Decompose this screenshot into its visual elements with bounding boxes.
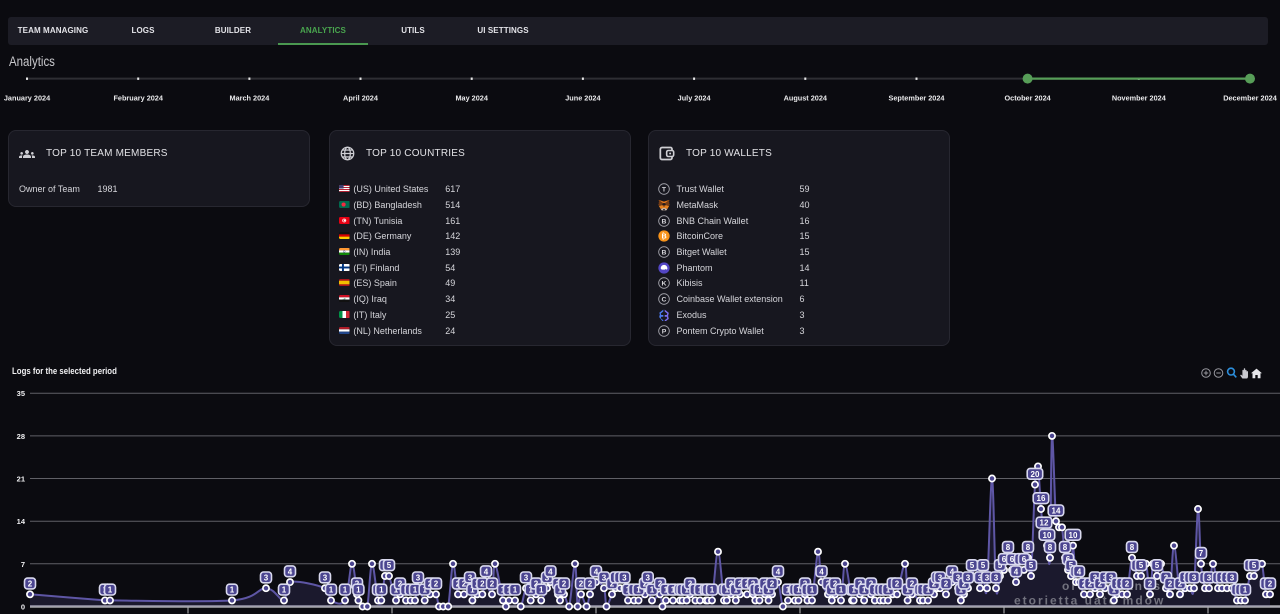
svg-text:14: 14 <box>17 517 26 526</box>
svg-text:2: 2 <box>28 580 33 589</box>
svg-text:35: 35 <box>17 389 25 398</box>
svg-text:2: 2 <box>490 580 495 589</box>
svg-text:10: 10 <box>1043 531 1052 540</box>
svg-text:2: 2 <box>944 580 949 589</box>
svg-text:8: 8 <box>1026 543 1031 552</box>
svg-text:2: 2 <box>579 580 584 589</box>
svg-text:5: 5 <box>970 561 975 570</box>
svg-text:4: 4 <box>288 567 293 576</box>
svg-text:3: 3 <box>1207 573 1212 582</box>
svg-text:1: 1 <box>810 586 815 595</box>
svg-text:16: 16 <box>1037 494 1046 503</box>
svg-text:1: 1 <box>343 586 348 595</box>
svg-text:3: 3 <box>524 573 529 582</box>
svg-text:1: 1 <box>282 586 287 595</box>
svg-text:2: 2 <box>588 580 593 589</box>
svg-text:0: 0 <box>21 603 25 612</box>
svg-text:2: 2 <box>770 580 775 589</box>
svg-text:1: 1 <box>413 586 418 595</box>
svg-text:7: 7 <box>21 560 25 569</box>
svg-text:3: 3 <box>323 573 328 582</box>
svg-text:7: 7 <box>1199 549 1204 558</box>
svg-text:4: 4 <box>776 567 781 576</box>
svg-text:3: 3 <box>1230 573 1235 582</box>
svg-text:2: 2 <box>1168 580 1173 589</box>
svg-text:3: 3 <box>994 573 999 582</box>
svg-text:4: 4 <box>548 567 553 576</box>
svg-text:8: 8 <box>1063 543 1068 552</box>
svg-text:5: 5 <box>1155 561 1160 570</box>
svg-text:20: 20 <box>1031 470 1040 479</box>
svg-text:4: 4 <box>1014 567 1019 576</box>
svg-text:3: 3 <box>966 573 971 582</box>
svg-text:1: 1 <box>1243 586 1248 595</box>
svg-text:5: 5 <box>1252 561 1257 570</box>
svg-text:2: 2 <box>1125 580 1130 589</box>
svg-text:14: 14 <box>1052 506 1061 515</box>
svg-text:2: 2 <box>1148 580 1153 589</box>
svg-text:1: 1 <box>356 586 361 595</box>
svg-text:28: 28 <box>17 432 25 441</box>
svg-text:3: 3 <box>622 573 627 582</box>
svg-text:3: 3 <box>1192 573 1197 582</box>
svg-text:1: 1 <box>539 586 544 595</box>
svg-text:21: 21 <box>17 475 25 484</box>
svg-text:3: 3 <box>645 573 650 582</box>
svg-text:8: 8 <box>1048 543 1053 552</box>
svg-text:4: 4 <box>819 567 824 576</box>
svg-text:2: 2 <box>434 580 439 589</box>
svg-text:1: 1 <box>379 586 384 595</box>
svg-text:3: 3 <box>985 573 990 582</box>
svg-text:8: 8 <box>1130 543 1135 552</box>
svg-text:5: 5 <box>1139 561 1144 570</box>
svg-text:1: 1 <box>230 586 235 595</box>
svg-text:1: 1 <box>710 586 715 595</box>
svg-text:3: 3 <box>416 573 421 582</box>
svg-text:1: 1 <box>839 586 844 595</box>
svg-text:5: 5 <box>1029 561 1034 570</box>
svg-text:1: 1 <box>108 586 113 595</box>
svg-text:2: 2 <box>480 580 485 589</box>
svg-text:4: 4 <box>1077 567 1082 576</box>
svg-text:8: 8 <box>1006 543 1011 552</box>
svg-text:12: 12 <box>1040 519 1049 528</box>
svg-text:5: 5 <box>981 561 986 570</box>
svg-text:10: 10 <box>1069 531 1078 540</box>
svg-text:2: 2 <box>895 580 900 589</box>
svg-text:3: 3 <box>264 573 269 582</box>
svg-text:4: 4 <box>484 567 489 576</box>
svg-text:5: 5 <box>387 561 392 570</box>
svg-text:2: 2 <box>562 580 567 589</box>
svg-text:1: 1 <box>513 586 518 595</box>
svg-text:2: 2 <box>1268 580 1273 589</box>
svg-text:1: 1 <box>329 586 334 595</box>
